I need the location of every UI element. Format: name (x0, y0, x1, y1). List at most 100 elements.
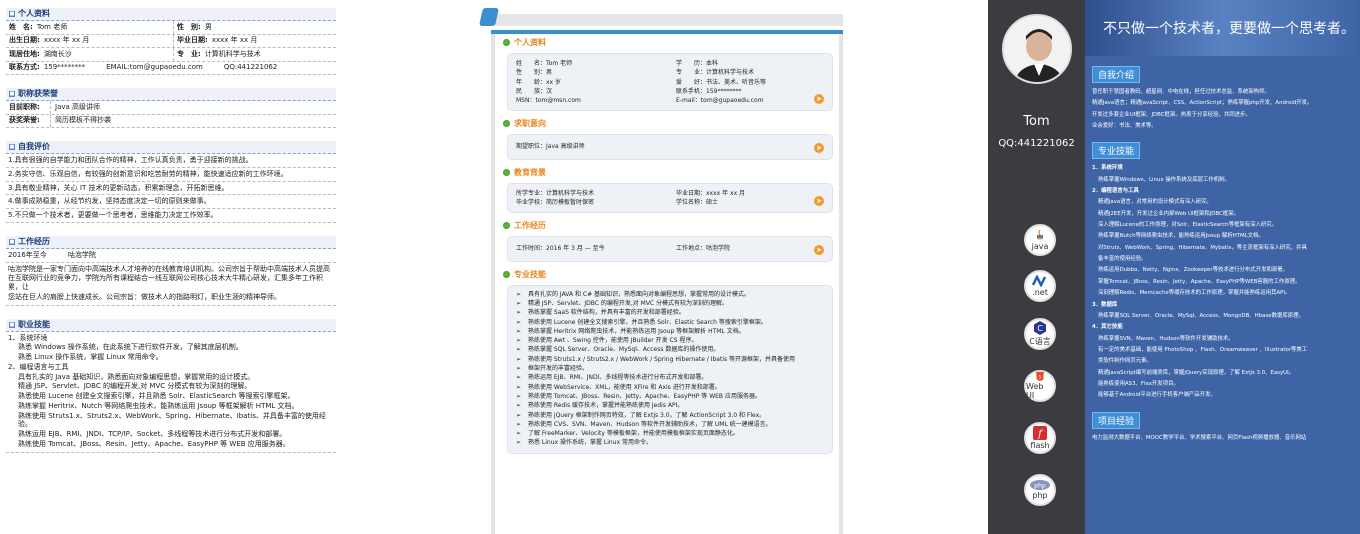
section-title: 个人资料 (514, 38, 546, 47)
side-border (839, 34, 843, 534)
skill-line: 具有扎实的 Java 基础知识，熟悉面向对象编程思想，掌握常用的设计模式。 (18, 372, 255, 381)
contact-label: 联系方式: (9, 63, 40, 72)
skill-line: 熟练掌握SVN、Maven、Hudson等软件开发辅助技术。 (1098, 335, 1234, 342)
education-field: 毕业日期：xxxx 年 xx 月 (676, 189, 746, 197)
skill-line: 有一定的美术基础，能使用 PhotoShop 、Flash、Dreamweave… (1098, 346, 1308, 353)
info-label: 姓 名: (9, 22, 33, 31)
info-cell: 性 别: 男 (174, 23, 212, 32)
skill-line: 精通Java语言，对常用的设计模式有深入研究。 (1098, 199, 1212, 206)
personal-section: ■ 个人资料 姓 名: Tom 老师性 别: 男出生日期: xxxx 年 xx 月毕业日… (6, 8, 336, 75)
skill-item: 熟练使用 jQuery 框架制作网页特效，了解 Extjs 3.0，了解 Act… (516, 411, 824, 421)
skill-line: 能够基于Android平台进行手机客户端产品开发。 (1098, 392, 1216, 399)
personal-field: 专 业：计算机科学与技术 (676, 69, 755, 77)
profile-qq: QQ:441221062 (998, 138, 1075, 149)
section-header: 求职意向 (503, 117, 833, 130)
skill-line: 4．其它技能 (1092, 324, 1123, 331)
education-card: 所学专业：计算机科学与技术 毕业日期：xxxx 年 xx 月毕业学校：简历模板暂时… (507, 182, 833, 214)
projects-text: 电力监测大数据平台、MOOC教学平台、学术搜索平台、网页Flash视频播放器、音… (1092, 434, 1307, 441)
personal-card: 姓 名：Tom 老师 学 历：本科性 别：男 专 业：计算机科学与技术年 龄：xx … (507, 53, 833, 112)
personal-field: 民 族：汉 (516, 87, 553, 95)
personal-field: 爱 好：书法、美术、听音乐等 (676, 78, 767, 86)
section-title: 求职意向 (514, 119, 546, 129)
section-bullet-icon: ■ (9, 11, 15, 17)
info-label: 性 别: (177, 22, 201, 31)
honor-value: Java 高级讲师 (55, 102, 101, 111)
section-title: 项目经验 (1092, 411, 1141, 429)
skill-item: 框架开发的丰富经验。 (516, 364, 824, 374)
skill-item: 熟练掌握 SQL Server、Oracle、MySql、Access 数据库的… (516, 345, 824, 355)
skill-item: 熟练使用 Redis 缓存技术，掌握并能熟练使用 Jedis API。 (516, 401, 824, 411)
honor-row: 目前职称: Java 高级讲师 (6, 101, 336, 115)
section-bullet-icon: ■ (9, 238, 15, 245)
skill-line: 熟悉 Linux 操作系统，掌握 Linux 常用命令。 (18, 353, 163, 361)
evaluation-line: 2.务实守信、乐观自信，有较强的创新意识和吃苦耐劳的精神，能快速适应新的工作环境… (6, 168, 336, 182)
contact-row: 联系方式: 159******** EMAIL:tom@gupaoedu.com … (6, 62, 336, 75)
personal-field: 学 历：本科 (676, 60, 719, 67)
info-label: 现居住地: (9, 49, 40, 58)
section-title: 职称获荣誉 (18, 89, 58, 98)
skill-line: 类软件制作网页元素。 (1098, 358, 1152, 365)
document-icon (479, 8, 499, 26)
skill-line: 熟练运用 EJB、RMI、JNDI、TCP/IP、Socket、多线程等技术进行… (18, 430, 287, 438)
evaluation-line: 5.不只做一个技术者，更要做一个思考者，思维能力决定工作效率。 (6, 209, 336, 223)
skill-line: 熟练运用Dubbo、Netty、Nginx、Zookeeper等技术进行分布式开… (1098, 267, 1289, 274)
work-description: 咕泡学院是一家专门面向中高端技术人才培养的在线教育培训机构。公司宗旨于帮助中高端… (6, 263, 336, 306)
info-cell: 姓 名: Tom 老师 (6, 21, 174, 34)
skill-item: 了解 FreeMarker、Velocity 等模板框架，并能使用模板框架实现页… (516, 429, 824, 439)
resume-template-dark: Tom QQ:441221062 java .net C C语言 5 Web U… (988, 0, 1360, 534)
honor-value: 简历模板不得抄袭 (55, 116, 111, 125)
skill-item: 熟练使用 Tomcat、JBoss、Resin、Jetty、Apache、Eas… (516, 392, 824, 402)
info-value: Tom 老师 (36, 22, 68, 31)
info-cell: 现居住地: 湖南长沙 (6, 48, 174, 61)
skill-line: 精通 JSP、Servlet、JDBC 的编程开发,对 MVC 分模式有较为深刻… (18, 382, 252, 391)
icon-label: Web UI (1026, 382, 1044, 400)
evaluation-line: 4.做事成熟稳重，从经节约发，坚持态度决定一切的原则来做事。 (6, 195, 336, 209)
section-header: 个人资料 (503, 36, 833, 49)
icon-label: java (1031, 242, 1049, 251)
icon-label: .net (1032, 288, 1048, 297)
flash-icon: f flash (1024, 422, 1056, 454)
skill-line: 熟练掌握 Heritrix、Nutch 等网络爬虫技术，能熟练运用 Jsoup … (18, 401, 299, 410)
honor-label: 目前职称: (6, 101, 51, 114)
accent-bar (491, 30, 843, 34)
skills-section: ■ 职业技能 1、系统环境 熟悉 Windows 操作系统，在此系统下进行软件开发，… (6, 318, 336, 453)
php-icon: php php (1024, 474, 1056, 506)
skill-line: 1．系统环境 (1092, 165, 1123, 172)
skill-line: 熟悉使用 Lucene 创建全文搜索引擎，并且熟悉 Solr、ElasticSe… (18, 392, 295, 400)
honor-label: 获奖荣誉: (6, 114, 51, 127)
skill-line: 熟悉 Windows 操作系统，在此系统下进行软件开发，了解其底层机制。 (18, 343, 243, 352)
skill-line: 熟练使用 Tomcat、JBoss、Resin、Jetty、Apache、Eas… (18, 439, 290, 448)
education-field: 所学专业：计算机科学与技术 (516, 189, 595, 197)
skill-line: 3．数据库 (1092, 301, 1118, 308)
icon-label: flash (1030, 441, 1050, 450)
icon-label: php (1032, 491, 1048, 500)
main-content: 不只做一个技术者，更要做一个思考者。 自我介绍 曾任职于慧国者教码、超星网、中电… (1085, 0, 1360, 534)
green-dot-icon (503, 120, 510, 128)
icon-label: C语言 (1029, 337, 1051, 346)
info-row: 现居住地: 湖南长沙专 业: 计算机科学与技术 (6, 48, 336, 62)
section-bullet-icon: ■ (9, 321, 15, 328)
slogan-banner: 不只做一个技术者，更要做一个思考者。 (1085, 0, 1360, 56)
section-title: 工作经历 (18, 236, 50, 246)
skill-line: 熟练使用 Struts1.x、Struts2.x、WebWork、Spring、… (18, 411, 326, 429)
info-cell: 出生日期: xxxx 年 xx 月 (6, 34, 174, 47)
top-bar (479, 8, 843, 26)
dotnet-icon: .net (1024, 270, 1056, 302)
intent-text: 期望职位：Java 高级讲师 (516, 143, 585, 151)
education-field: 毕业学校：简历模板暂时保密 (516, 199, 595, 207)
skill-item: 熟练掌握 Heritrix 网络爬虫技术，并能熟练运用 Jsoup 等框架解析 … (516, 327, 824, 337)
intro-line: 业余爱好：书法、美术等。 (1092, 123, 1157, 130)
expand-arrow-icon[interactable]: ➤ (814, 244, 824, 255)
skill-item: 熟练使用 CVS、SVN、Maven、Hudson 等软件开发辅助技术，了解 U… (516, 420, 824, 430)
personal-field: E-mail：tom@gupaoedu.com (676, 97, 764, 105)
skill-item: 熟练运用 EJB、RMI、JNDI、多线程等技术进行分布式开发和部署。 (516, 373, 824, 383)
c-language-icon: C C语言 (1024, 318, 1056, 350)
work-line: 咕泡学院是一家专门面向中高端技术人才培养的在线教育培训机构。公司宗旨于帮助中高端… (8, 264, 330, 273)
expand-arrow-icon[interactable]: ➤ (814, 142, 824, 153)
info-value: 男 (204, 22, 212, 31)
svg-text:php: php (1034, 483, 1046, 490)
skill-line: 熟练掌握Nutch等网络爬虫技术，能熟练运用Jsoup 解析HTML文档。 (1098, 233, 1264, 240)
intent-card: 期望职位：Java 高级讲师 ➤ (507, 134, 833, 160)
section-title: 专业技能 (514, 269, 546, 279)
info-label: 出生日期: (9, 36, 40, 45)
